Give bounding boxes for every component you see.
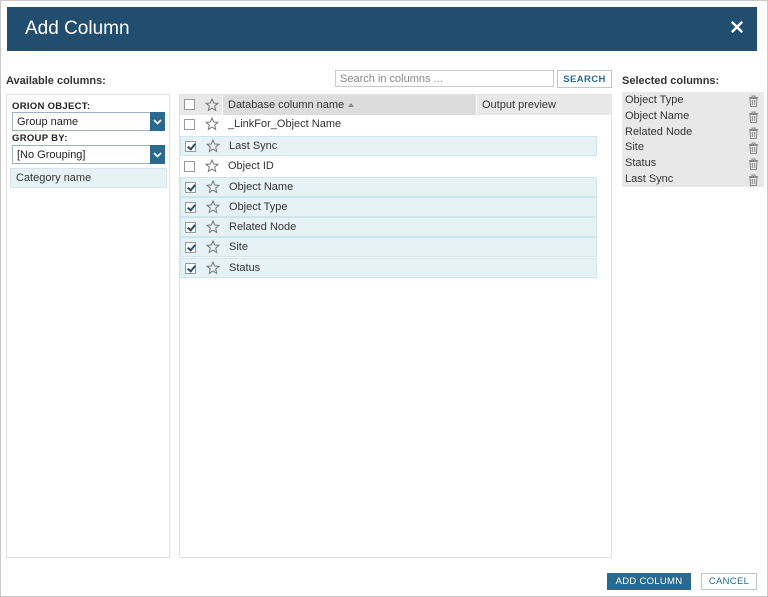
header-database-column-name[interactable]: Database column name bbox=[223, 95, 476, 115]
grid-row[interactable]: Object Name bbox=[180, 177, 597, 197]
dialog-titlebar: Add Column bbox=[7, 7, 757, 51]
trash-icon[interactable] bbox=[748, 111, 759, 123]
row-name: Site bbox=[229, 241, 248, 253]
add-column-dialog: Add Column Available columns: SEARCH ORI… bbox=[0, 0, 768, 597]
selected-columns-label: Selected columns: bbox=[622, 75, 720, 87]
category-label: Category name bbox=[16, 172, 92, 184]
grid-row[interactable]: Last Sync bbox=[180, 136, 597, 156]
row-checkbox[interactable] bbox=[184, 119, 195, 130]
star-icon[interactable] bbox=[206, 220, 220, 234]
orion-object-label: ORION OBJECT: bbox=[12, 101, 91, 112]
sort-ascending-icon bbox=[348, 103, 355, 107]
star-icon[interactable] bbox=[205, 117, 219, 131]
available-columns-label: Available columns: bbox=[6, 75, 106, 87]
orion-object-select[interactable]: Group name bbox=[12, 112, 165, 131]
category-item[interactable]: Category name bbox=[10, 168, 167, 188]
selected-column-item[interactable]: Related Node bbox=[622, 125, 764, 141]
row-checkbox[interactable] bbox=[185, 182, 196, 193]
cancel-button[interactable]: CANCEL bbox=[701, 573, 757, 590]
selected-column-label: Object Name bbox=[625, 110, 690, 122]
selected-column-item[interactable]: Site bbox=[622, 140, 764, 156]
row-checkbox[interactable] bbox=[185, 202, 196, 213]
grid-row[interactable]: Related Node bbox=[180, 217, 597, 237]
grid-row[interactable]: _LinkFor_Object Name bbox=[180, 115, 597, 135]
group-by-label: GROUP BY: bbox=[12, 133, 68, 144]
orion-object-value: Group name bbox=[17, 116, 79, 128]
star-icon[interactable] bbox=[206, 200, 220, 214]
search-button[interactable]: SEARCH bbox=[557, 70, 612, 88]
header-name-label: Database column name bbox=[228, 99, 345, 111]
star-icon[interactable] bbox=[206, 180, 220, 194]
selected-column-item[interactable]: Object Type bbox=[622, 93, 764, 109]
star-icon[interactable] bbox=[206, 261, 220, 275]
search-input[interactable] bbox=[335, 70, 554, 87]
row-name: _LinkFor_Object Name bbox=[228, 118, 342, 130]
selected-column-label: Last Sync bbox=[625, 173, 674, 185]
selected-column-item[interactable]: Status bbox=[622, 156, 764, 172]
star-icon bbox=[205, 98, 219, 112]
object-filter-panel: ORION OBJECT: Group name GROUP BY: [No G… bbox=[6, 94, 170, 558]
header-star-cell bbox=[200, 95, 222, 115]
row-name: Related Node bbox=[229, 221, 297, 233]
row-checkbox[interactable] bbox=[185, 222, 196, 233]
header-checkbox-cell[interactable] bbox=[180, 95, 200, 115]
trash-icon[interactable] bbox=[748, 142, 759, 154]
trash-icon[interactable] bbox=[748, 174, 759, 186]
close-icon[interactable] bbox=[729, 19, 745, 35]
trash-icon[interactable] bbox=[748, 127, 759, 139]
dialog-title: Add Column bbox=[25, 18, 130, 39]
row-name: Last Sync bbox=[229, 140, 278, 152]
star-icon[interactable] bbox=[205, 159, 219, 173]
star-icon[interactable] bbox=[206, 240, 220, 254]
grid-row[interactable]: Status bbox=[180, 258, 597, 278]
row-name: Status bbox=[229, 262, 261, 274]
selected-column-item[interactable]: Last Sync bbox=[622, 172, 764, 188]
row-checkbox[interactable] bbox=[185, 263, 196, 274]
selected-columns-list: Object Type Object Name Related Node Sit… bbox=[622, 92, 764, 187]
columns-grid: Database column name Output preview _Lin… bbox=[179, 94, 612, 558]
grid-row[interactable]: Object Type bbox=[180, 197, 597, 217]
selected-column-item[interactable]: Object Name bbox=[622, 109, 764, 125]
group-by-select[interactable]: [No Grouping] bbox=[12, 145, 165, 164]
trash-icon[interactable] bbox=[748, 95, 759, 107]
star-icon[interactable] bbox=[206, 139, 220, 153]
trash-icon[interactable] bbox=[748, 158, 759, 170]
row-name: Object Type bbox=[229, 201, 288, 213]
selected-column-label: Object Type bbox=[625, 94, 684, 106]
selected-column-label: Related Node bbox=[625, 126, 693, 138]
grid-header: Database column name Output preview bbox=[180, 95, 612, 115]
row-checkbox[interactable] bbox=[185, 242, 196, 253]
chevron-down-icon[interactable] bbox=[150, 112, 165, 131]
row-checkbox[interactable] bbox=[184, 161, 195, 172]
add-column-button[interactable]: ADD COLUMN bbox=[607, 573, 691, 590]
header-output-preview: Output preview bbox=[477, 95, 612, 115]
row-name: Object Name bbox=[229, 181, 294, 193]
grid-row[interactable]: Site bbox=[180, 237, 597, 257]
grid-row[interactable]: Object ID bbox=[180, 157, 597, 177]
row-name: Object ID bbox=[228, 160, 274, 172]
row-checkbox[interactable] bbox=[185, 141, 196, 152]
group-by-value: [No Grouping] bbox=[17, 149, 86, 161]
selected-column-label: Status bbox=[625, 157, 657, 169]
chevron-down-icon[interactable] bbox=[150, 145, 165, 164]
selected-column-label: Site bbox=[625, 141, 644, 153]
select-all-checkbox[interactable] bbox=[184, 99, 195, 110]
